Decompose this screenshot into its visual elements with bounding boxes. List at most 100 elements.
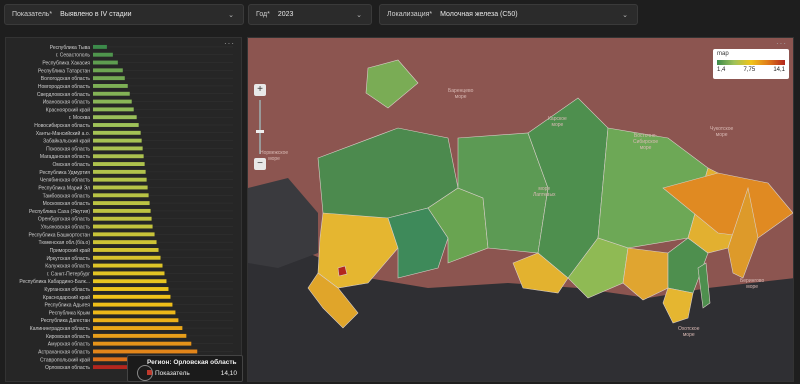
- category-label: Новосибирская область: [34, 123, 90, 129]
- cursor-pointer: [137, 365, 153, 381]
- category-label: Республика Хакасия: [42, 61, 90, 67]
- bar[interactable]: [93, 99, 132, 104]
- bar[interactable]: [93, 248, 159, 252]
- legend-gradient: [717, 60, 785, 65]
- bar[interactable]: [93, 271, 165, 276]
- bar[interactable]: [93, 60, 118, 65]
- bar-chart-panel: Республика Тыва г. Севастополь Республика …: [5, 37, 242, 382]
- category-label: Краснодарский край: [43, 294, 90, 301]
- category-label: Республика Дагестан: [41, 318, 91, 324]
- bar[interactable]: [93, 201, 150, 206]
- chevron-down-icon: ⌄: [356, 11, 362, 19]
- bar[interactable]: [93, 240, 157, 245]
- bar[interactable]: [93, 146, 143, 151]
- bar[interactable]: [93, 310, 176, 315]
- indicator-select[interactable]: Показатель* Выявлено в IV стадии ⌄: [4, 4, 244, 25]
- legend-mid: 7,75: [743, 67, 756, 73]
- sea-label: Норвежское море: [260, 150, 289, 162]
- bar[interactable]: [93, 138, 142, 143]
- bar[interactable]: [93, 68, 123, 73]
- category-label: Омская область: [52, 162, 90, 168]
- category-label: Ульяновская область: [41, 225, 91, 231]
- bar[interactable]: [93, 154, 144, 159]
- bar[interactable]: [93, 169, 146, 174]
- bar[interactable]: [93, 177, 147, 182]
- category-label: Забайкальский край: [43, 138, 90, 145]
- category-label: Калининградская область: [30, 326, 91, 332]
- category-label: Республика Кабардино-Балк...: [19, 279, 90, 285]
- bar[interactable]: [93, 341, 192, 346]
- bar[interactable]: [93, 162, 145, 166]
- bar[interactable]: [93, 279, 167, 284]
- localization-value: Молочная железа (С50): [440, 11, 518, 18]
- category-label: Республика Удмуртия: [39, 170, 90, 176]
- map-panel[interactable]: ··· + − map 1,4 7,75 14,1 Баренцево море …: [247, 37, 794, 382]
- bar[interactable]: [93, 107, 134, 112]
- bar[interactable]: [93, 255, 161, 260]
- sea-label: Берингово море: [740, 278, 765, 290]
- bar[interactable]: [93, 91, 130, 96]
- bar[interactable]: [93, 263, 163, 268]
- bar[interactable]: [93, 287, 169, 291]
- filter-bar: Показатель* Выявлено в IV стадии ⌄ Год* …: [0, 0, 800, 32]
- zoom-slider-thumb[interactable]: [256, 130, 264, 133]
- category-label: Челябинская область: [40, 178, 91, 184]
- category-label: г. Севастополь: [56, 53, 91, 59]
- map-canvas[interactable]: [248, 38, 794, 382]
- category-label: Свердловская область: [37, 92, 91, 98]
- bar[interactable]: [93, 232, 155, 237]
- bar[interactable]: [93, 44, 107, 49]
- sea-label: море Лаптевых: [533, 186, 556, 198]
- year-value: 2023: [277, 11, 294, 18]
- tooltip-title: Регион: Орловская область: [147, 359, 237, 366]
- bar[interactable]: [93, 302, 173, 307]
- bar[interactable]: [93, 193, 149, 198]
- bar-chart: Республика Тыва г. Севастополь Республика …: [19, 44, 233, 371]
- category-label: Республика Крым: [49, 310, 91, 316]
- year-select[interactable]: Год* 2023 ⌄: [248, 4, 372, 25]
- bar[interactable]: [93, 216, 152, 221]
- category-label: Псковская область: [46, 146, 90, 152]
- bar[interactable]: [93, 318, 179, 323]
- bar[interactable]: [93, 185, 148, 190]
- category-label: Республика Адыгея: [44, 303, 90, 309]
- category-label: Магаданская область: [40, 154, 91, 160]
- sea-label: Охотское море: [678, 326, 700, 338]
- bar[interactable]: [93, 76, 125, 81]
- category-label: Красноярский край: [46, 106, 90, 113]
- category-label: Кировская область: [46, 334, 90, 340]
- indicator-label: Показатель*: [12, 11, 53, 18]
- bar[interactable]: [93, 115, 137, 120]
- category-label: Вологодская область: [41, 76, 91, 82]
- category-label: Приморский край: [50, 247, 91, 254]
- category-label: Московская область: [43, 201, 91, 207]
- bar[interactable]: [93, 349, 198, 354]
- zoom-slider[interactable]: [256, 100, 264, 154]
- bar[interactable]: [93, 130, 141, 135]
- category-label: Ивановская область: [43, 100, 91, 106]
- sea-label: Чукотское море: [710, 126, 734, 138]
- bar[interactable]: [93, 123, 139, 127]
- sea-label: Баренцево море: [448, 88, 474, 100]
- category-label: Курганская область: [44, 287, 90, 293]
- year-label: Год*: [256, 11, 270, 18]
- bar[interactable]: [93, 326, 183, 330]
- bar[interactable]: [93, 208, 151, 213]
- category-label: Орловская область: [45, 365, 90, 371]
- localization-select[interactable]: Локализация* Молочная железа (С50) ⌄: [379, 4, 638, 25]
- more-options-icon[interactable]: ···: [776, 39, 787, 48]
- bar[interactable]: [93, 224, 153, 229]
- category-label: Тамбовская область: [43, 193, 91, 199]
- chevron-down-icon: ⌄: [622, 11, 628, 19]
- bar[interactable]: [93, 333, 187, 338]
- bar[interactable]: [93, 52, 113, 57]
- category-label: Иркутская область: [46, 256, 90, 262]
- legend-max: 14,1: [773, 67, 785, 73]
- more-options-icon[interactable]: ···: [224, 39, 235, 48]
- bar[interactable]: [93, 294, 171, 299]
- bar[interactable]: [93, 84, 128, 88]
- zoom-in-button[interactable]: +: [254, 84, 266, 96]
- chevron-down-icon: ⌄: [228, 11, 234, 19]
- category-label: Республика Саха (Якутия): [29, 209, 90, 215]
- category-label: г. Москва: [69, 115, 90, 121]
